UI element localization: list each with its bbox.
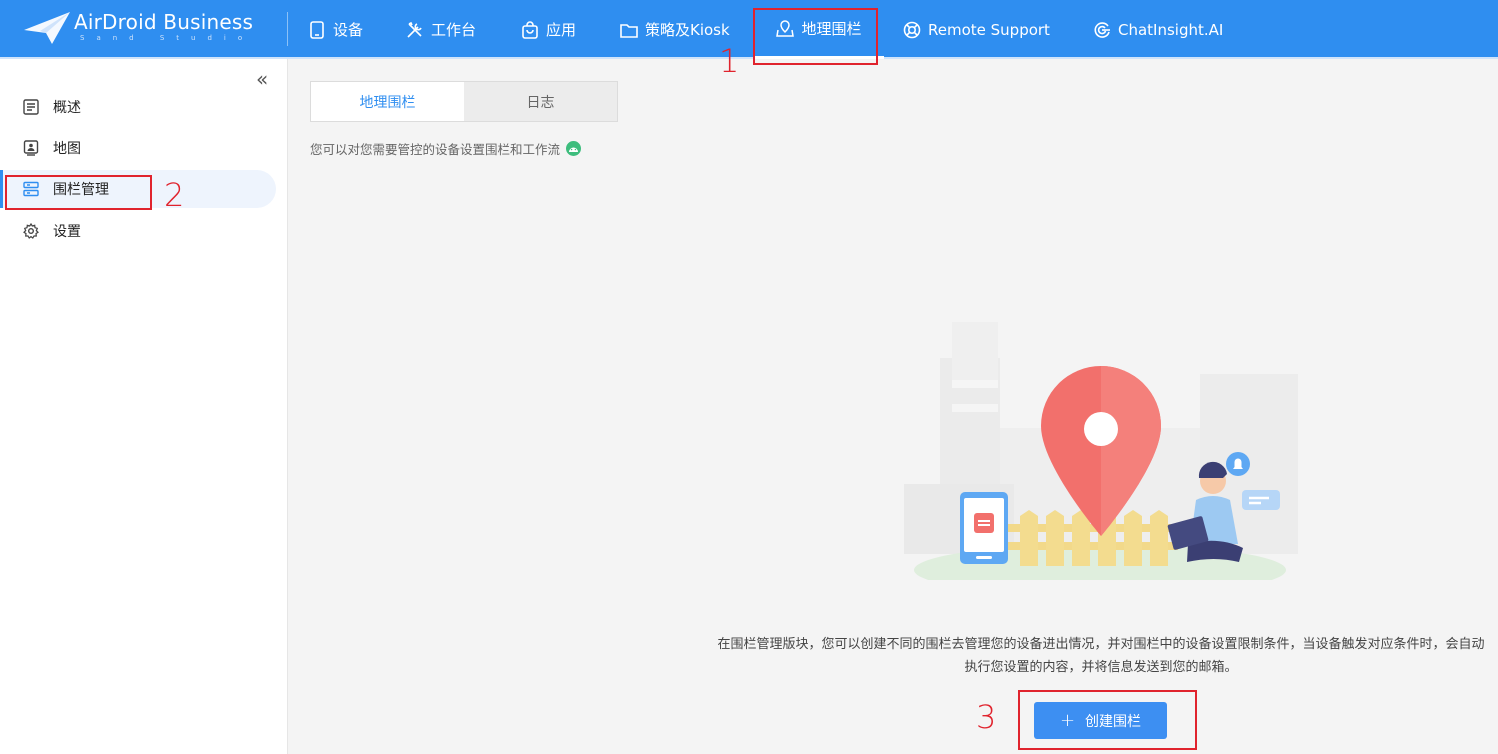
nav-divider bbox=[287, 12, 288, 46]
sidebar-item-label: 概述 bbox=[53, 100, 81, 116]
fence-description: 在围栏管理版块，您可以创建不同的围栏去管理您的设备进出情况，并对围栏中的设备设置… bbox=[717, 637, 1485, 675]
chat-ai-icon bbox=[1093, 21, 1111, 39]
nav-label: 策略及Kiosk bbox=[645, 21, 730, 39]
nav-item-workbench[interactable]: 工作台 bbox=[406, 0, 476, 59]
airdroid-logo[interactable]: AirDroid Business Sand Studio bbox=[22, 8, 262, 50]
hint-text: 您可以对您需要管控的设备设置围栏和工作流 bbox=[310, 142, 561, 157]
annotation-box-2 bbox=[5, 175, 152, 210]
annotation-box-3 bbox=[1018, 690, 1197, 750]
tab-log[interactable]: 日志 bbox=[464, 82, 617, 121]
page-hint: 您可以对您需要管控的设备设置围栏和工作流 bbox=[310, 139, 582, 158]
folder-icon bbox=[620, 21, 638, 39]
sidebar-item-overview[interactable]: 概述 bbox=[0, 88, 276, 126]
sidebar-item-map[interactable]: 地图 bbox=[0, 129, 276, 167]
nav-item-remote-support[interactable]: Remote Support bbox=[903, 0, 1050, 59]
tablet-icon bbox=[308, 20, 326, 39]
gear-icon bbox=[22, 222, 40, 240]
nav-label: 应用 bbox=[546, 21, 577, 39]
sidebar-item-label: 地图 bbox=[53, 141, 81, 157]
android-icon bbox=[566, 141, 582, 156]
nav-label: 设备 bbox=[333, 21, 364, 39]
nav-label: Remote Support bbox=[928, 20, 1050, 39]
content-tabs: 地理围栏 日志 bbox=[310, 81, 618, 122]
annotation-number-2: 2 bbox=[164, 176, 185, 214]
bag-icon bbox=[521, 20, 539, 39]
annotation-number-3: 3 bbox=[976, 698, 997, 736]
lifebuoy-icon bbox=[903, 21, 921, 39]
paper-plane-icon bbox=[24, 12, 70, 44]
brand-subtitle: Sand Studio bbox=[80, 34, 255, 42]
sidebar: « 概述 地图 围栏管理 设置 bbox=[0, 59, 288, 754]
nav-label: 工作台 bbox=[431, 21, 477, 39]
tools-icon bbox=[406, 21, 424, 39]
list-icon bbox=[22, 98, 40, 116]
nav-item-devices[interactable]: 设备 bbox=[308, 0, 363, 59]
nav-item-policy-kiosk[interactable]: 策略及Kiosk bbox=[620, 0, 730, 59]
map-icon bbox=[22, 139, 40, 157]
brand-name: AirDroid Business bbox=[74, 10, 254, 34]
sidebar-item-label: 设置 bbox=[53, 224, 81, 240]
sidebar-item-settings[interactable]: 设置 bbox=[0, 212, 276, 250]
annotation-box-1 bbox=[753, 8, 878, 65]
geofence-illustration bbox=[904, 322, 1298, 580]
nav-item-chatinsight[interactable]: ChatInsight.AI bbox=[1093, 0, 1223, 59]
top-navigation-bar: AirDroid Business Sand Studio 设备 工作台 应用 … bbox=[0, 0, 1498, 59]
tab-geofence[interactable]: 地理围栏 bbox=[311, 82, 464, 121]
nav-item-apps[interactable]: 应用 bbox=[521, 0, 576, 59]
annotation-number-1: 1 bbox=[719, 42, 740, 80]
nav-label: ChatInsight.AI bbox=[1118, 20, 1224, 39]
